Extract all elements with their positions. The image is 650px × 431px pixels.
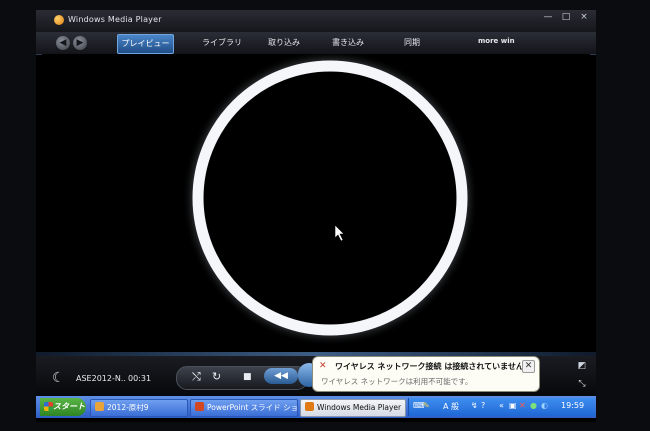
security-icon[interactable]: ●	[530, 401, 537, 410]
ime-icon[interactable]: ✎	[423, 401, 430, 410]
windows-logo-icon	[44, 402, 53, 411]
back-button[interactable]: ◀	[56, 36, 70, 50]
maximize-button[interactable]: □	[558, 10, 574, 24]
task-button-media-player[interactable]: Windows Media Player	[300, 399, 406, 417]
start-button[interactable]: スタート	[40, 398, 86, 416]
video-area[interactable]	[42, 50, 590, 352]
window-title: Windows Media Player	[68, 15, 162, 24]
previous-button[interactable]: ◀◀	[264, 368, 298, 384]
tab-rip[interactable]: 取り込み	[268, 37, 300, 48]
notification-title: ワイヤレス ネットワーク接続 は接続されていません。	[335, 362, 532, 371]
minimize-button[interactable]: —	[540, 10, 556, 24]
task-label: Windows Media Player	[317, 403, 402, 412]
taskbar: スタート 2012-原村9 PowerPoint スライド ショ... Wind…	[36, 396, 596, 418]
tab-more[interactable]: more win	[478, 37, 515, 45]
title-bar: Windows Media Player — □ ×	[36, 10, 596, 32]
task-label: PowerPoint スライド ショ...	[207, 403, 298, 412]
moon-disc	[204, 72, 456, 324]
notification-body: ワイヤレス ネットワークは利用不可能です。	[321, 377, 473, 386]
wireless-disconnected-icon[interactable]: ✕	[519, 401, 526, 410]
ime-tools-icon[interactable]: ↯	[471, 401, 478, 410]
forward-button[interactable]: ▶	[73, 36, 87, 50]
task-label: 2012-原村9	[107, 403, 149, 412]
shuffle-button[interactable]: ⤭	[192, 370, 201, 384]
eclipse-image	[182, 50, 478, 346]
stop-button[interactable]: ■	[243, 372, 252, 382]
ime-mode-indicator[interactable]: A 般	[443, 401, 459, 412]
document-icon	[95, 402, 104, 411]
tab-sync[interactable]: 同期	[404, 37, 420, 48]
clock[interactable]: 19:59	[561, 401, 584, 410]
media-name: ASE2012-N..	[76, 374, 126, 383]
fullscreen-icon[interactable]: ⤡	[576, 378, 588, 390]
tab-now-playing[interactable]: プレイビュー	[117, 34, 174, 54]
expand-tray-icon[interactable]: «	[499, 401, 504, 410]
task-button-document[interactable]: 2012-原村9	[90, 399, 188, 417]
switch-to-skin-icon[interactable]: ◩	[576, 360, 588, 372]
task-button-powerpoint[interactable]: PowerPoint スライド ショ...	[190, 399, 298, 417]
network-icon[interactable]: ▣	[509, 401, 517, 410]
power-icon[interactable]: ◐	[541, 401, 548, 410]
system-tray: ⌨ ✎ A 般 ↯ ? « ▣ ✕ ● ◐ 19:59	[408, 398, 595, 416]
media-player-icon	[305, 402, 314, 411]
repeat-button[interactable]: ↻	[212, 370, 221, 383]
help-icon[interactable]: ?	[481, 401, 485, 410]
notification-close-button[interactable]: ✕	[522, 360, 535, 373]
nav-bar: ◀ ▶ プレイビュー ライブラリ 取り込み 書き込み 同期 more win	[36, 32, 596, 55]
network-warning-icon: ✕	[319, 361, 327, 371]
screen: Windows Media Player — □ × ◀ ▶ プレイビュー ライ…	[36, 10, 596, 422]
moon-icon: ☾	[52, 370, 65, 386]
elapsed-time: 00:31	[128, 374, 152, 383]
monitor-bezel: Windows Media Player — □ × ◀ ▶ プレイビュー ライ…	[0, 0, 650, 431]
powerpoint-icon	[195, 402, 204, 411]
start-label: スタート	[53, 402, 85, 411]
tab-burn[interactable]: 書き込み	[332, 37, 364, 48]
network-notification-balloon[interactable]: ✕ ワイヤレス ネットワーク接続 は接続されていません。 ワイヤレス ネットワー…	[312, 356, 540, 392]
tab-library[interactable]: ライブラリ	[202, 37, 242, 48]
close-button[interactable]: ×	[576, 10, 592, 24]
media-player-logo-icon	[54, 15, 64, 25]
